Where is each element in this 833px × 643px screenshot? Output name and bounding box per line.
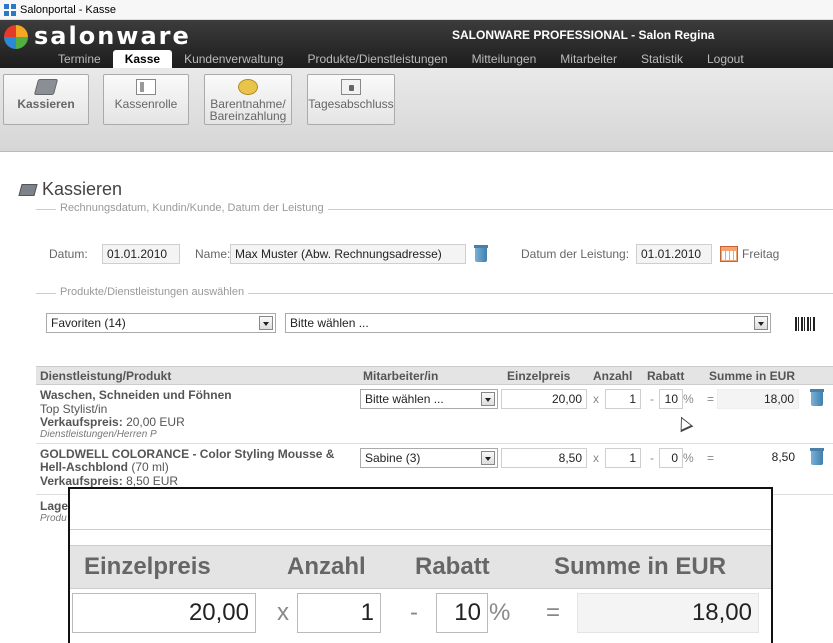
col-discount: Rabatt — [647, 369, 685, 383]
calendar-icon[interactable] — [720, 246, 738, 262]
product-category: Dienstleistungen/Herren P — [40, 429, 157, 440]
chevron-down-icon — [481, 392, 495, 406]
nav-kasse[interactable]: Kasse — [112, 50, 173, 68]
staff-select[interactable]: Bitte wählen ... — [360, 389, 498, 409]
table-header: Dienstleistung/Produkt Mitarbeiter/in Ei… — [36, 366, 833, 385]
zoom-discount-field[interactable]: 10 — [436, 593, 488, 633]
col-price: Einzelpreis — [507, 369, 571, 383]
staff-select[interactable]: Sabine (3) — [360, 448, 498, 468]
datum-field[interactable]: 01.01.2010 — [102, 244, 180, 264]
nav-kundenverwaltung[interactable]: Kundenverwaltung — [172, 50, 295, 68]
nav-termine[interactable]: Termine — [46, 50, 113, 68]
sum-field: 8,50 — [717, 448, 799, 468]
percent-symbol: % — [683, 451, 694, 465]
name-label: Name: — [195, 247, 231, 261]
leistung-date-field[interactable]: 01.01.2010 — [636, 244, 712, 264]
leistung-label: Datum der Leistung: — [521, 247, 630, 261]
app-header: salonware SALONWARE PROFESSIONAL - Salon… — [0, 20, 833, 68]
minus-symbol: - — [650, 451, 654, 465]
nav-mitarbeiter[interactable]: Mitarbeiter — [548, 50, 629, 68]
cash-register-icon — [33, 79, 59, 95]
discount-field[interactable]: 0 — [659, 448, 683, 468]
zoom-inset: Einzelpreis Anzahl Rabatt Summe in EUR 2… — [68, 487, 773, 643]
clear-customer-icon[interactable] — [474, 245, 488, 263]
unit-price-field[interactable]: 8,50 — [501, 448, 587, 468]
product-name: Waschen, Schneiden und Föhnen — [40, 388, 232, 402]
zoom-minus-symbol: - — [410, 599, 418, 626]
zoom-unit-price-field[interactable]: 20,00 — [72, 593, 256, 633]
qty-field[interactable]: 1 — [605, 389, 641, 409]
product-sub: Top Stylist/in — [40, 402, 108, 416]
zoom-price-header: Einzelpreis — [84, 553, 211, 580]
product-title: SALONWARE PROFESSIONAL - Salon Regina — [452, 28, 715, 42]
stock-label: Lage — [40, 499, 69, 513]
col-sum: Summe in EUR — [709, 369, 796, 383]
delete-row-icon[interactable] — [810, 389, 824, 407]
zoom-discount-header: Rabatt — [415, 553, 490, 580]
logo-text: salonware — [34, 22, 191, 50]
zoom-times-symbol: x — [277, 599, 289, 626]
col-staff: Mitarbeiter/in — [363, 369, 439, 383]
nav-produkte-dienstleistungen[interactable]: Produkte/Dienstleistungen — [295, 50, 459, 68]
salonware-logo-icon — [4, 25, 28, 49]
chevron-down-icon — [481, 451, 495, 465]
kassenrolle-button[interactable]: Kassenrolle — [103, 74, 189, 125]
zoom-qty-header: Anzahl — [287, 553, 366, 580]
times-symbol: x — [593, 451, 599, 465]
zoom-sum-field: 18,00 — [577, 593, 759, 633]
tagesabschluss-button[interactable]: Tagesabschluss — [307, 74, 395, 125]
qty-field[interactable]: 1 — [605, 448, 641, 468]
percent-symbol: % — [683, 392, 694, 406]
window-titlebar: Salonportal - Kasse — [0, 0, 833, 20]
table-row: Waschen, Schneiden und Föhnen Top Stylis… — [36, 386, 833, 444]
zoom-sum-header: Summe in EUR — [554, 553, 727, 580]
product-name: GOLDWELL COLORANCE - Color Styling Mouss… — [40, 447, 335, 474]
cash-roll-icon — [136, 79, 156, 95]
daily-closing-icon — [341, 79, 361, 95]
invoice-legend: Rechnungsdatum, Kundin/Kunde, Datum der … — [36, 202, 328, 214]
zoom-equals-symbol: = — [546, 599, 561, 626]
zoom-percent-symbol: % — [489, 599, 511, 626]
zoom-qty-field[interactable]: 1 — [297, 593, 381, 633]
product-select[interactable]: Bitte wählen ... — [285, 313, 771, 333]
chevron-down-icon — [259, 316, 273, 330]
coins-icon — [238, 79, 258, 95]
mouse-cursor-icon — [674, 413, 694, 433]
main-nav: Termine Kasse Kundenverwaltung Produkte/… — [0, 50, 833, 68]
cash-register-icon — [18, 183, 38, 196]
datum-label: Datum: — [49, 247, 88, 261]
product-price: Verkaufspreis: 8,50 EUR — [40, 474, 179, 488]
kassieren-button[interactable]: Kassieren — [3, 74, 89, 125]
app-icon — [4, 3, 16, 16]
name-field[interactable]: Max Muster (Abw. Rechnungsadresse) — [230, 244, 466, 264]
nav-statistik[interactable]: Statistik — [629, 50, 695, 68]
weekday-label: Freitag — [742, 247, 780, 261]
equals-symbol: = — [707, 392, 715, 406]
col-product: Dienstleistung/Produkt — [40, 369, 172, 383]
delete-row-icon[interactable] — [810, 448, 824, 466]
product-price: Verkaufspreis: 20,00 EUR — [40, 415, 185, 429]
unit-price-field[interactable]: 20,00 — [501, 389, 587, 409]
barentnahme-button[interactable]: Barentnahme/ Bareinzahlung — [204, 74, 292, 125]
toolbar: Kassieren Kassenrolle Barentnahme/ Barei… — [0, 68, 833, 152]
barcode-icon[interactable] — [795, 317, 815, 331]
times-symbol: x — [593, 392, 599, 406]
minus-symbol: - — [650, 392, 654, 406]
sum-field: 18,00 — [717, 389, 799, 409]
favorites-select[interactable]: Favoriten (14) — [46, 313, 276, 333]
nav-logout[interactable]: Logout — [695, 50, 756, 68]
nav-mitteilungen[interactable]: Mitteilungen — [460, 50, 549, 68]
col-qty: Anzahl — [593, 369, 633, 383]
equals-symbol: = — [707, 451, 715, 465]
product-category: Produ — [40, 513, 67, 524]
page-title: Kassieren — [18, 179, 122, 200]
window-title: Salonportal - Kasse — [20, 3, 116, 16]
chevron-down-icon — [754, 316, 768, 330]
discount-field[interactable]: 10 — [659, 389, 683, 409]
products-select-legend: Produkte/Dienstleistungen auswählen — [36, 286, 249, 298]
